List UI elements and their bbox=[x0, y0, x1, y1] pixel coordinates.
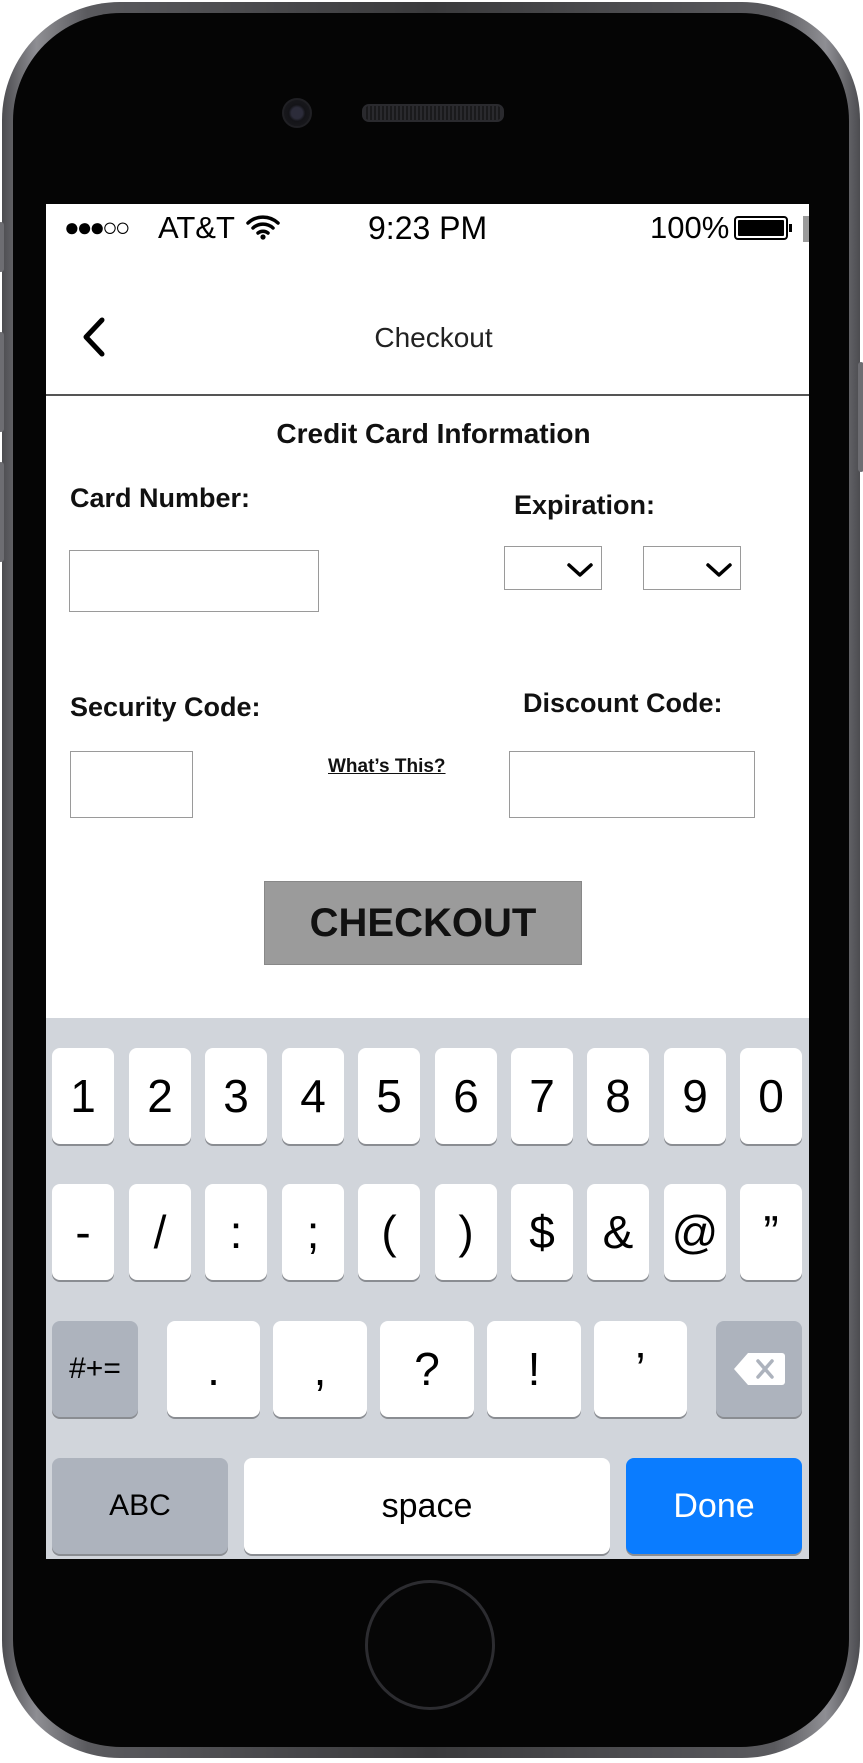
key-4[interactable]: 4 bbox=[282, 1048, 344, 1144]
power-button bbox=[858, 362, 863, 472]
key-6[interactable]: 6 bbox=[435, 1048, 497, 1144]
delete-key[interactable] bbox=[716, 1321, 802, 1417]
space-key[interactable]: space bbox=[244, 1458, 610, 1554]
status-bar: ●●●○○ AT&T 9:23 PM 100% bbox=[46, 204, 809, 254]
battery-percentage: 100% bbox=[650, 210, 730, 245]
status-time: 9:23 PM bbox=[368, 210, 488, 246]
key-hyphen[interactable]: - bbox=[52, 1184, 114, 1280]
key-1[interactable]: 1 bbox=[52, 1048, 114, 1144]
key-question[interactable]: ? bbox=[380, 1321, 474, 1417]
carrier-label: AT&T bbox=[158, 210, 235, 245]
key-semicolon[interactable]: ; bbox=[282, 1184, 344, 1280]
key-quote[interactable]: ” bbox=[740, 1184, 802, 1280]
key-colon[interactable]: : bbox=[205, 1184, 267, 1280]
key-period[interactable]: . bbox=[167, 1321, 260, 1417]
section-title: Credit Card Information bbox=[276, 418, 591, 449]
keyboard: 1 2 3 4 5 6 7 8 9 0 - / : ; ( ) $ & @ ” … bbox=[46, 1018, 809, 1559]
key-2[interactable]: 2 bbox=[129, 1048, 191, 1144]
page-title: Checkout bbox=[374, 322, 493, 353]
expiration-label: Expiration: bbox=[514, 490, 656, 520]
volume-up-button bbox=[0, 332, 4, 432]
key-8[interactable]: 8 bbox=[587, 1048, 649, 1144]
status-edge bbox=[803, 216, 809, 242]
expiration-year-select[interactable] bbox=[643, 546, 741, 590]
key-ampersand[interactable]: & bbox=[587, 1184, 649, 1280]
key-comma[interactable]: , bbox=[273, 1321, 367, 1417]
earpiece-speaker bbox=[362, 104, 504, 122]
key-open-paren[interactable]: ( bbox=[358, 1184, 420, 1280]
chevron-down-icon bbox=[567, 563, 593, 577]
front-camera bbox=[282, 98, 312, 128]
signal-strength-icon: ●●●○○ bbox=[64, 212, 131, 242]
card-number-label: Card Number: bbox=[70, 483, 251, 513]
discount-code-input[interactable] bbox=[509, 751, 755, 818]
mute-switch bbox=[0, 222, 4, 272]
key-apostrophe[interactable]: ’ bbox=[594, 1321, 687, 1417]
security-code-input[interactable] bbox=[70, 751, 193, 818]
card-number-input[interactable] bbox=[69, 550, 319, 612]
wifi-icon bbox=[246, 212, 280, 248]
home-button[interactable] bbox=[365, 1580, 495, 1710]
key-dollar[interactable]: $ bbox=[511, 1184, 573, 1280]
security-code-label: Security Code: bbox=[70, 692, 261, 722]
backspace-icon bbox=[734, 1353, 785, 1385]
key-7[interactable]: 7 bbox=[511, 1048, 573, 1144]
key-9[interactable]: 9 bbox=[664, 1048, 726, 1144]
checkout-button[interactable]: CHECKOUT bbox=[264, 881, 582, 965]
abc-key[interactable]: ABC bbox=[52, 1458, 228, 1554]
key-more-symbols[interactable]: #+= bbox=[52, 1321, 138, 1417]
navigation-bar: Checkout bbox=[46, 284, 809, 396]
key-exclamation[interactable]: ! bbox=[487, 1321, 581, 1417]
volume-down-button bbox=[0, 462, 4, 562]
key-3[interactable]: 3 bbox=[205, 1048, 267, 1144]
key-5[interactable]: 5 bbox=[358, 1048, 420, 1144]
key-0[interactable]: 0 bbox=[740, 1048, 802, 1144]
key-close-paren[interactable]: ) bbox=[435, 1184, 497, 1280]
chevron-down-icon bbox=[706, 563, 732, 577]
whats-this-link[interactable]: What’s This? bbox=[328, 756, 446, 778]
key-slash[interactable]: / bbox=[129, 1184, 191, 1280]
done-key[interactable]: Done bbox=[626, 1458, 802, 1554]
screen: ●●●○○ AT&T 9:23 PM 100% Checkout Credit … bbox=[46, 204, 809, 1559]
key-at[interactable]: @ bbox=[664, 1184, 726, 1280]
battery-icon bbox=[734, 216, 792, 240]
discount-code-label: Discount Code: bbox=[523, 688, 723, 718]
expiration-month-select[interactable] bbox=[504, 546, 602, 590]
